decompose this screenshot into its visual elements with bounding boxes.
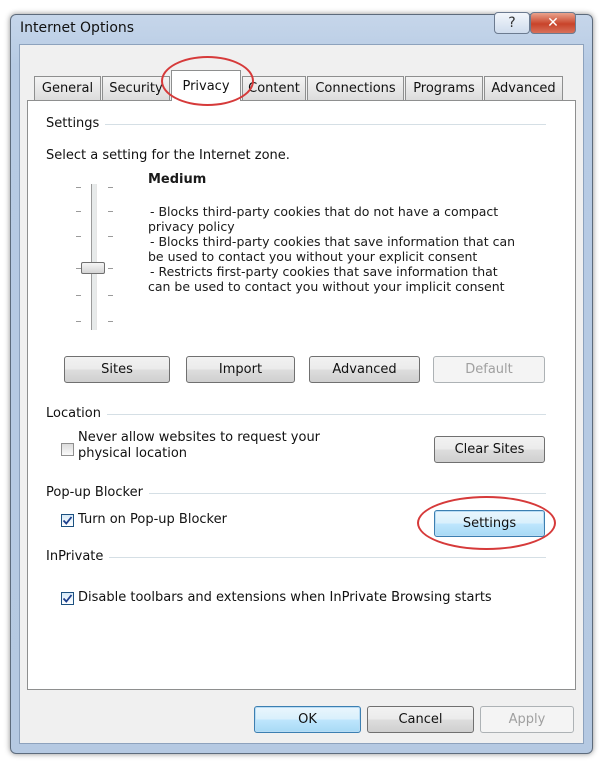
privacy-level-title: Medium (148, 172, 207, 187)
zone-instruction-text: Select a setting for the Internet zone. (46, 148, 290, 163)
settings-group-line (46, 124, 546, 125)
slider-tick (76, 187, 81, 188)
tab-general[interactable]: General (34, 76, 101, 100)
tab-programs[interactable]: Programs (405, 76, 483, 100)
slider-tick (76, 211, 81, 212)
advanced-button[interactable]: Advanced (309, 356, 420, 383)
import-button[interactable]: Import (186, 356, 295, 383)
slider-tick (76, 236, 81, 237)
privacy-description-line: privacy policy (148, 219, 235, 234)
tab-content[interactable]: Content (242, 76, 306, 100)
slider-tick (76, 295, 81, 296)
clear-sites-button[interactable]: Clear Sites (434, 436, 545, 463)
tab-connections[interactable]: Connections (307, 76, 404, 100)
ok-button[interactable]: OK (254, 706, 361, 733)
slider-tick (108, 211, 113, 212)
slider-tick (76, 321, 81, 322)
slider-tick (108, 268, 113, 269)
disable-toolbars-checkbox[interactable] (61, 592, 74, 605)
disable-toolbars-label: Disable toolbars and extensions when InP… (78, 590, 492, 605)
never-allow-location-label-line2: physical location (78, 446, 188, 461)
popup-blocker-label: Turn on Pop-up Blocker (78, 512, 227, 527)
tab-advanced[interactable]: Advanced (484, 76, 563, 100)
privacy-level-slider-track[interactable] (91, 184, 97, 330)
window-title: Internet Options (20, 20, 135, 36)
settings-group-label: Settings (46, 116, 106, 131)
checkmark-icon (62, 516, 73, 525)
location-group-label: Location (46, 406, 107, 421)
tab-privacy[interactable]: Privacy (171, 70, 241, 101)
popup-settings-button[interactable]: Settings (434, 510, 545, 537)
privacy-description-line: be used to contact you without your expl… (148, 249, 478, 264)
checkmark-icon (62, 594, 73, 603)
inprivate-group-label: InPrivate (46, 549, 110, 564)
sites-button[interactable]: Sites (64, 356, 170, 383)
slider-tick (108, 321, 113, 322)
slider-tick (108, 295, 113, 296)
inprivate-group-line (46, 557, 546, 558)
cancel-button[interactable]: Cancel (367, 706, 474, 733)
privacy-level-slider-thumb[interactable] (81, 262, 105, 274)
default-button[interactable]: Default (433, 356, 545, 383)
tab-security[interactable]: Security (102, 76, 170, 100)
apply-button[interactable]: Apply (480, 706, 574, 733)
never-allow-location-checkbox[interactable] (61, 443, 74, 456)
never-allow-location-label-line1: Never allow websites to request your (78, 430, 321, 445)
popup-blocker-checkbox[interactable] (61, 514, 74, 527)
slider-tick (108, 236, 113, 237)
close-icon: ✕ (547, 15, 559, 31)
help-button[interactable]: ? (494, 12, 530, 34)
privacy-description-line: - Restricts first-party cookies that sav… (150, 264, 498, 279)
privacy-description-line: - Blocks third-party cookies that save i… (150, 234, 516, 249)
question-mark-icon: ? (508, 15, 516, 31)
popup-blocker-group-label: Pop-up Blocker (46, 485, 149, 500)
privacy-description-line: - Blocks third-party cookies that do not… (150, 204, 499, 219)
location-group-line (46, 414, 546, 415)
slider-tick (108, 187, 113, 188)
close-button[interactable]: ✕ (530, 12, 576, 34)
privacy-description-line: can be used to contact you without your … (148, 279, 505, 294)
